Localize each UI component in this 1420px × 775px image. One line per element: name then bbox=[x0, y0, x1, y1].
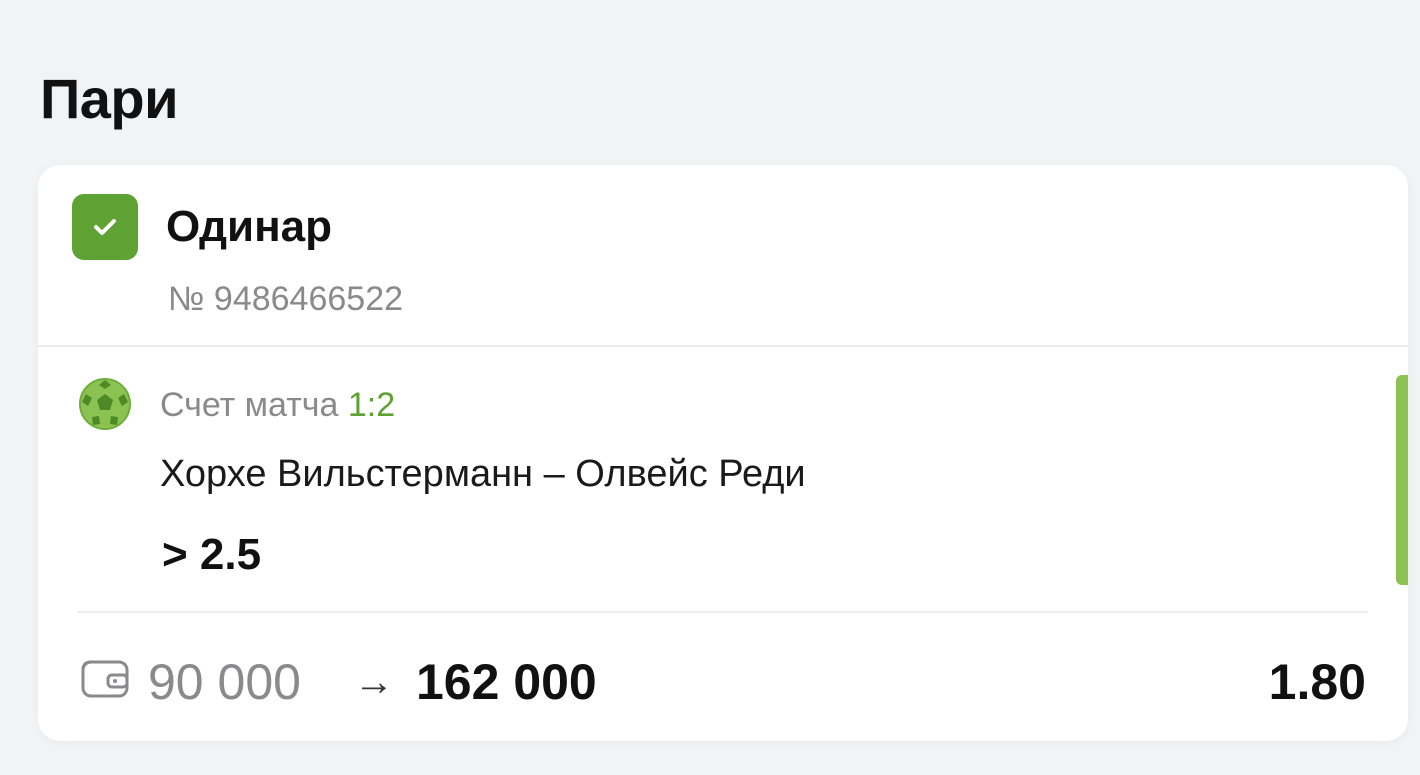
match-name: Хорхе Вильстерманн – Олвейс Реди bbox=[160, 453, 806, 495]
stake-amount: 90 000 bbox=[148, 654, 301, 710]
check-icon bbox=[72, 194, 138, 260]
payout-amount: 162 000 bbox=[416, 654, 597, 710]
football-icon bbox=[78, 377, 132, 431]
bet-type-label: Одинар bbox=[166, 202, 333, 251]
bet-card[interactable]: Одинар № 9486466522 Счет матча 1:2 Хорхе… bbox=[38, 165, 1408, 741]
arrow-right-icon: → bbox=[354, 660, 394, 704]
bet-outcome: > 2.5 bbox=[162, 530, 262, 579]
bet-card-header: Одинар № 9486466522 bbox=[38, 165, 1408, 347]
bet-footer: 90 000 → 162 000 1.80 bbox=[38, 613, 1408, 741]
score-value: 1:2 bbox=[347, 386, 396, 424]
odds-value: 1.80 bbox=[1268, 654, 1366, 710]
event-status-bar bbox=[1396, 375, 1408, 585]
page-title: Пари bbox=[40, 67, 179, 130]
wallet-icon bbox=[80, 659, 130, 699]
bet-event[interactable]: Счет матча 1:2 Хорхе Вильстерманн – Олве… bbox=[38, 347, 1408, 611]
bet-number: № 9486466522 bbox=[168, 280, 404, 318]
score-label: Счет матча bbox=[160, 386, 339, 424]
score-line: Счет матча 1:2 bbox=[160, 383, 395, 427]
